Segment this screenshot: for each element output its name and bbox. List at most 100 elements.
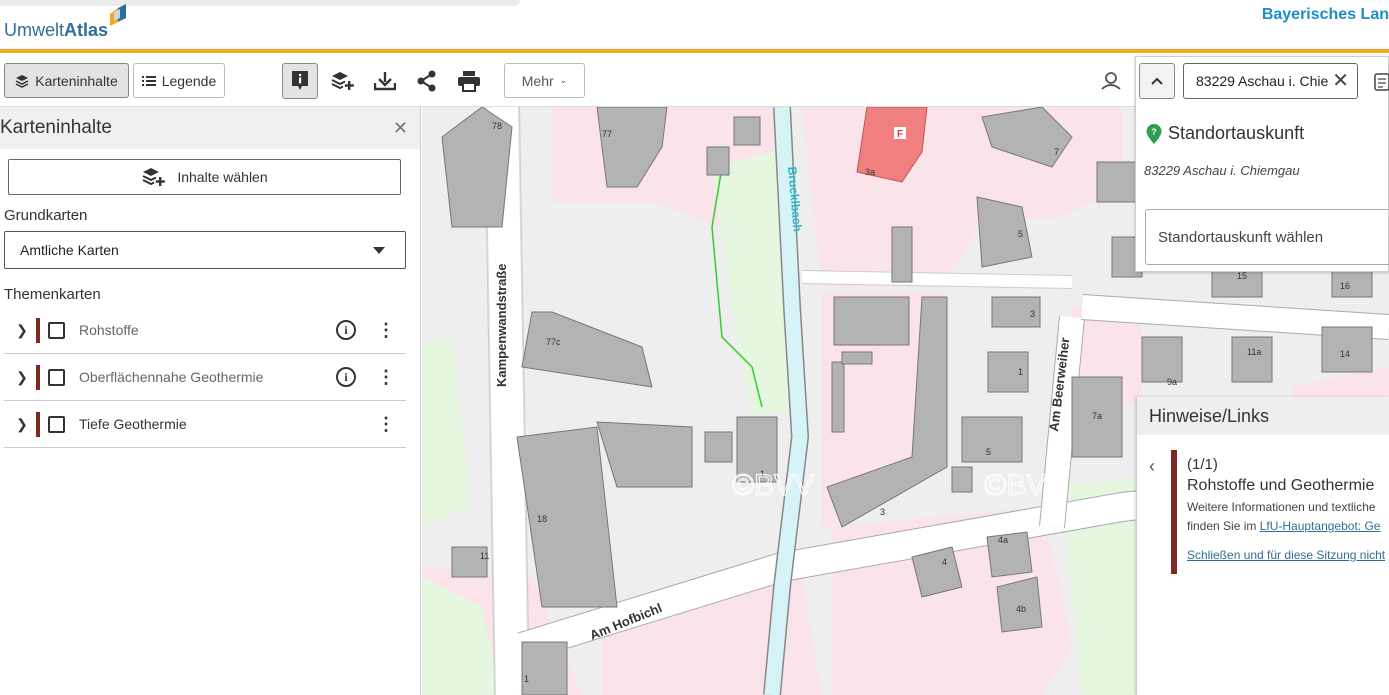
grundkarten-heading: Grundkarten [4,207,88,224]
hinweise-text-prefix: finden Sie im [1187,519,1260,533]
info-circle-icon[interactable]: i [336,320,356,340]
inhalte-waehlen-label: Inhalte wählen [177,169,268,185]
svg-text:?: ? [1151,127,1157,137]
house-number: 1 [1018,367,1023,377]
search-input[interactable]: 83229 Aschau i. Chie ✕ [1183,63,1358,99]
panel-title: Karteninhalte [0,117,112,138]
standortauskunft-panel: 83229 Aschau i. Chie ✕ ? Standortauskunf… [1135,56,1389,272]
layer-row-oberflaechennahe-geothermie[interactable]: ❯ Oberflächennahe Geothermie i ⋮ [4,354,406,401]
more-vert-icon[interactable]: ⋮ [376,321,396,339]
house-number: 4a [998,535,1008,545]
add-layers-icon [331,72,354,90]
document-icon[interactable] [1374,73,1389,91]
karteninhalte-button[interactable]: Karteninhalte [4,63,129,98]
layer-label: Rohstoffe [79,322,139,338]
download-button[interactable] [368,65,402,97]
hinweise-text: Weitere Informationen und textliche find… [1187,498,1389,536]
legende-button[interactable]: Legende [133,63,225,98]
house-number: 18 [537,514,547,524]
umweltatlas-logo[interactable]: UmweltAtlas [4,20,108,41]
layers-icon [15,74,29,88]
standort-address: 83229 Aschau i. Chiemgau [1144,163,1300,178]
house-number: 7a [1092,411,1102,421]
agency-name[interactable]: Bayerisches Lan [1262,6,1389,24]
print-button[interactable] [452,65,486,97]
chevron-up-icon [1151,77,1163,85]
karteninhalte-panel: Karteninhalte ✕ Inhalte wählen Grundkart… [0,107,421,695]
info-button[interactable] [282,63,318,99]
share-button[interactable] [410,65,444,97]
header: UmweltAtlas Bayerisches Lan [0,0,1389,53]
house-number: 14 [1340,349,1350,359]
inhalte-waehlen-button[interactable]: Inhalte wählen [8,159,401,195]
street-label-kampenwandstrasse: Kampenwandstraße [494,263,509,387]
layer-row-tiefe-geothermie[interactable]: ❯ Tiefe Geothermie ⋮ [4,401,406,448]
karteninhalte-label: Karteninhalte [35,72,118,89]
house-number: 11 [480,551,489,561]
copyright-watermark: ©BVV [984,469,1066,502]
standortauskunft-placeholder: Standortauskunft wählen [1158,228,1324,246]
chevron-right-icon[interactable]: ❯ [10,322,34,339]
house-number: 16 [1340,281,1350,291]
list-icon [141,75,156,86]
lfu-hauptangebot-link[interactable]: LfU-Hauptangebot: Ge [1260,519,1381,533]
standortauskunft-select[interactable]: Standortauskunft wählen [1145,209,1389,265]
more-vert-icon[interactable]: ⋮ [376,368,396,386]
layer-color-bar [36,411,40,437]
standortauskunft-heading: ? Standortauskunft [1146,123,1304,144]
layer-color-bar [36,317,40,343]
download-icon [374,72,396,91]
house-number: 4 [942,557,947,567]
clear-icon[interactable]: ✕ [1332,71,1349,91]
house-number: 78 [492,121,502,131]
layer-label: Oberflächennahe Geothermie [79,369,264,385]
collapse-button[interactable] [1139,63,1175,99]
house-number: 11a [1247,347,1261,357]
house-number: 5 [1018,229,1023,239]
layer-checkbox[interactable] [48,415,65,433]
info-circle-icon[interactable]: i [336,367,356,387]
house-number: 3a [865,167,875,177]
chevron-right-icon[interactable]: ❯ [10,369,34,386]
mehr-label: Mehr [521,72,554,89]
more-vert-icon[interactable]: ⋮ [376,415,396,433]
legende-label: Legende [161,72,217,89]
hinweise-count: (1/1) [1187,456,1218,473]
close-for-session-link[interactable]: Schließen und für diese Sitzung nicht [1187,548,1389,562]
chevron-left-icon[interactable]: ‹ [1149,456,1155,477]
house-number: 4b [1016,604,1026,614]
grundkarten-select[interactable]: Amtliche Karten [4,231,406,269]
mehr-button[interactable]: Mehr ⌄ [504,63,585,98]
logo-mark-icon [110,4,126,26]
user-button[interactable] [1094,65,1128,97]
caret-down-icon [373,246,385,254]
hinweise-text-line: Weitere Informationen und textliche [1187,500,1376,514]
panel-header: Karteninhalte ✕ [0,107,420,149]
add-layers-button[interactable] [326,65,360,97]
themenkarten-heading: Themenkarten [4,286,101,303]
add-layers-icon [142,168,166,186]
layer-label: Tiefe Geothermie [79,416,187,432]
house-number: 77 [602,129,612,139]
chevron-right-icon[interactable]: ❯ [10,416,34,433]
chevron-down-icon: ⌄ [559,75,568,85]
house-number: 9a [1167,377,1177,387]
search-value: 83229 Aschau i. Chie [1196,73,1329,89]
house-number: 7 [1054,147,1059,157]
header-top-strip [0,0,520,6]
hinweise-content: (1/1) Rohstoffe und Geothermie Weitere I… [1187,456,1389,562]
house-number: 3 [880,507,885,517]
house-number: 1 [524,674,529,684]
umweltatlas-app: UmweltAtlas Bayerisches Lan Karteninhalt… [0,0,1389,695]
layer-row-rohstoffe[interactable]: ❯ Rohstoffe i ⋮ [4,307,406,354]
standortauskunft-title: Standortauskunft [1168,123,1305,143]
house-number: 3 [1030,309,1035,319]
layer-checkbox[interactable] [48,368,65,386]
hinweise-title: Hinweise/Links [1149,405,1270,426]
grundkarten-value: Amtliche Karten [20,242,119,258]
share-icon [417,70,436,92]
house-number: 5 [986,447,991,457]
layer-checkbox[interactable] [48,321,65,339]
close-icon[interactable]: ✕ [393,118,408,139]
hinweise-header: Hinweise/Links [1137,397,1389,435]
